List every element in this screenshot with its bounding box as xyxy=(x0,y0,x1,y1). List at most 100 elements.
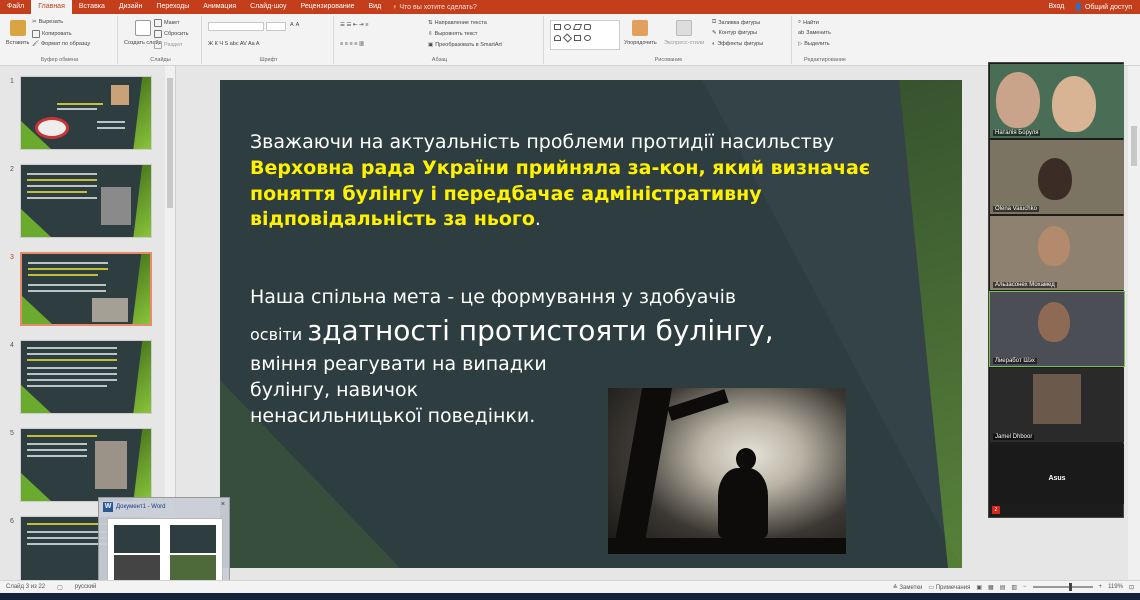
font-grow-shrink-buttons[interactable]: AA xyxy=(290,22,299,28)
scrollbar-knob[interactable] xyxy=(167,78,173,208)
tab-insert[interactable]: Вставка xyxy=(72,0,112,14)
thumbnail-text-line xyxy=(27,359,117,361)
participant-face xyxy=(1038,226,1070,266)
slide-paragraph-2-line-1[interactable]: Наша спільна мета - це формування у здоб… xyxy=(250,285,930,311)
fit-to-window-icon[interactable]: ⊡ xyxy=(1129,584,1134,591)
tab-view[interactable]: Вид xyxy=(362,0,389,14)
font-size-input[interactable] xyxy=(266,22,286,31)
share-button[interactable]: 👤 Общий доступ xyxy=(1074,3,1132,11)
tab-transitions[interactable]: Переходы xyxy=(149,0,196,14)
find-button[interactable]: ⌕ Найти xyxy=(798,19,819,26)
tab-home[interactable]: Главная xyxy=(31,0,72,14)
slide-thumbnail[interactable] xyxy=(20,428,152,502)
format-painter-button[interactable]: 🖌 Формат по образцу xyxy=(32,41,90,47)
pen-icon: ✎ xyxy=(712,30,717,36)
participant-tile-active[interactable]: Лиеработ Шэх xyxy=(989,291,1125,367)
zoom-slider[interactable] xyxy=(1032,583,1093,591)
video-call-panel: Наталія Боруля Olena Vaiuchko Альзасонех… xyxy=(988,62,1125,518)
align-text-button[interactable]: ⇳ Выровнять текст xyxy=(428,31,477,37)
participant-tile[interactable]: Olena Vaiuchko xyxy=(990,140,1124,214)
reset-button[interactable]: Сбросить xyxy=(154,30,188,38)
slide-thumbnail[interactable] xyxy=(20,76,152,150)
slide-thumbnail[interactable] xyxy=(20,164,152,238)
preview-mini-slide xyxy=(114,525,160,553)
slide-paragraph-1[interactable]: Зважаючи на актуальність проблеми протид… xyxy=(250,130,890,233)
font-name-input[interactable] xyxy=(208,22,264,31)
thumbnail-text-line xyxy=(27,179,97,181)
participant-tile[interactable]: Альзасонех Мохамед xyxy=(990,216,1124,290)
photo-silhouette xyxy=(667,389,729,421)
font-format-controls[interactable]: Ж К Ч S abc AV Aa A xyxy=(208,41,260,47)
ribbon-tabs: Файл Главная Вставка Дизайн Переходы Ани… xyxy=(0,0,1140,14)
zoom-level[interactable]: 119% xyxy=(1108,584,1123,590)
photo-silhouette xyxy=(608,538,846,554)
select-button[interactable]: ▷ Выделить xyxy=(798,41,830,47)
slides-group: Создать слайд Макет Сбросить Раздел Слай… xyxy=(120,16,202,64)
shape-fill-button[interactable]: ⛋ Заливка фигуры xyxy=(712,19,760,26)
slide-thumbnail[interactable] xyxy=(20,340,152,414)
replace-button[interactable]: ab Заменить xyxy=(798,30,831,36)
shape-outline-button[interactable]: ✎ Контур фигуры xyxy=(712,30,757,36)
smartart-button[interactable]: ▣ Преобразовать в SmartArt xyxy=(428,42,502,48)
thumbnail-photo xyxy=(95,441,127,489)
thumbnail-decoration xyxy=(21,209,51,237)
close-icon[interactable]: × xyxy=(221,501,225,508)
slide-number: 6 xyxy=(10,518,14,525)
spellcheck-icon[interactable]: ▢ xyxy=(51,584,69,591)
reading-view-icon[interactable]: ▤ xyxy=(1000,584,1006,591)
thumbnail-text-line xyxy=(27,185,97,187)
text-direction-button[interactable]: ⇅ Направление текста xyxy=(428,20,487,26)
scrollbar-knob[interactable] xyxy=(1131,126,1137,166)
slideshow-icon[interactable]: ▥ xyxy=(1011,584,1017,591)
list-buttons[interactable]: ☰ ☰ ⇤ ⇥ ≡ xyxy=(340,22,368,28)
slide-number: 1 xyxy=(10,78,14,85)
notes-button[interactable]: ≙ Заметки xyxy=(893,584,923,591)
word-taskbar-preview[interactable]: W Документ1 - Word × xyxy=(98,497,230,591)
section-icon xyxy=(154,41,162,49)
tab-design[interactable]: Дизайн xyxy=(112,0,150,14)
participant-tile[interactable]: Jamel Dhboor xyxy=(990,368,1124,442)
slide-sorter-icon[interactable]: ▦ xyxy=(988,584,994,591)
zoom-in-icon[interactable]: + xyxy=(1099,584,1103,590)
signin-link[interactable]: Вход xyxy=(1048,3,1064,11)
shapes-gallery[interactable] xyxy=(550,20,620,50)
layout-button[interactable]: Макет xyxy=(154,19,180,27)
slide-number: 3 xyxy=(10,254,14,261)
thumbnail-decoration xyxy=(132,254,150,324)
align-icon: ≡ ≡ ≡ ≡ ▥ xyxy=(340,41,365,47)
bullying-photo[interactable] xyxy=(608,388,846,554)
slide-scrollbar[interactable] xyxy=(1128,66,1140,580)
self-tile[interactable] xyxy=(990,444,1124,504)
language-indicator[interactable]: русский xyxy=(69,584,103,590)
preview-thumbnail[interactable] xyxy=(107,518,223,584)
quick-styles-button[interactable]: Экспресс-стили xyxy=(664,20,704,46)
photo-silhouette xyxy=(736,448,756,470)
paste-button[interactable]: Вставить xyxy=(6,20,29,46)
tab-animations[interactable]: Анимация xyxy=(196,0,243,14)
align-buttons[interactable]: ≡ ≡ ≡ ≡ ▥ xyxy=(340,41,364,47)
zoom-out-icon[interactable]: − xyxy=(1023,584,1027,590)
slide-paragraph-2-line-2[interactable]: освіти здатності протистояти булінгу, xyxy=(250,312,930,350)
zoom-slider-handle[interactable] xyxy=(1068,583,1072,591)
windows-taskbar xyxy=(0,593,1140,600)
section-button[interactable]: Раздел xyxy=(154,41,182,49)
participant-tile[interactable]: Наталія Боруля xyxy=(990,64,1124,138)
slide-thumbnail-selected[interactable] xyxy=(20,252,152,326)
thumbnail-decoration xyxy=(22,296,52,324)
tab-slideshow[interactable]: Слайд-шоу xyxy=(243,0,293,14)
align-text-icon: ⇳ xyxy=(428,31,433,37)
tell-me-search[interactable]: ♀ Что вы хотите сделать? xyxy=(392,4,477,11)
preview-title: W Документ1 - Word xyxy=(103,502,166,512)
slide-paragraph-2-line-3[interactable]: вміння реагувати на випадки булінгу, нав… xyxy=(250,352,590,429)
tab-review[interactable]: Рецензирование xyxy=(293,0,361,14)
copy-button[interactable]: Копировать xyxy=(32,30,72,38)
shape-effects-button[interactable]: ◐ Эффекты фигуры xyxy=(712,41,763,47)
slide-canvas[interactable]: Зважаючи на актуальність проблеми протид… xyxy=(220,80,962,568)
arrange-button[interactable]: Упорядочить xyxy=(624,20,657,46)
comments-button[interactable]: ▭ Примечания xyxy=(928,584,970,591)
star-shape-icon xyxy=(584,35,591,41)
cut-button[interactable]: ✂ Вырезать xyxy=(32,19,63,25)
normal-view-icon[interactable]: ▣ xyxy=(976,584,982,591)
tab-file[interactable]: Файл xyxy=(0,0,31,14)
thumbnail-decoration xyxy=(21,385,51,413)
